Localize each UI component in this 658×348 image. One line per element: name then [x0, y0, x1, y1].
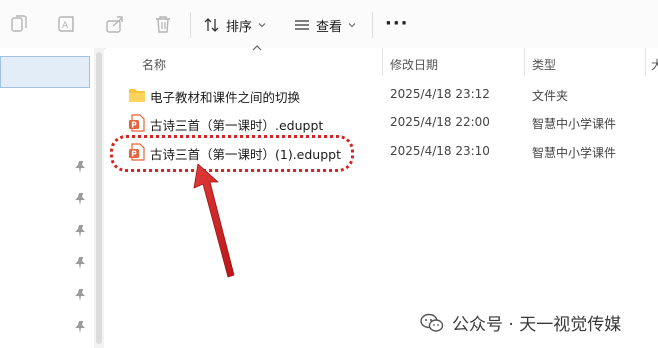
file-type: 文件夹 — [532, 89, 569, 103]
pin-icon — [75, 321, 85, 333]
file-date: 2025/4/18 22:00 — [390, 115, 490, 129]
command-bar: A 排序 查看 ··· — [0, 0, 658, 49]
share-icon[interactable] — [104, 13, 126, 35]
eduppt-file-icon: P — [129, 114, 145, 132]
pin-icon — [75, 257, 85, 269]
pin-icon — [75, 289, 85, 301]
folder-icon — [129, 89, 145, 102]
column-header-name[interactable]: 名称 — [142, 56, 166, 73]
chevron-down-icon — [348, 23, 356, 28]
chevron-down-icon — [258, 23, 266, 28]
annotation-arrow — [193, 163, 235, 278]
file-date: 2025/4/18 23:12 — [390, 87, 490, 101]
svg-text:P: P — [131, 121, 137, 130]
svg-text:A: A — [62, 21, 69, 31]
column-header-type[interactable]: 类型 — [532, 56, 556, 73]
sort-label: 排序 — [226, 19, 253, 35]
more-options-button[interactable]: ··· — [385, 13, 409, 34]
delete-icon[interactable] — [152, 13, 174, 35]
column-divider[interactable] — [382, 48, 383, 76]
pin-icon — [75, 225, 85, 237]
file-name: 古诗三首（第一课时）.eduppt — [150, 118, 324, 133]
rename-icon[interactable]: A — [56, 13, 78, 35]
pin-icon — [75, 161, 85, 173]
column-header-size[interactable]: 大 — [651, 56, 658, 73]
nav-selected-item[interactable] — [0, 56, 90, 88]
wechat-icon — [420, 313, 444, 332]
watermark: 公众号 · 天一视觉传媒 — [420, 310, 621, 335]
view-button[interactable]: 查看 — [294, 12, 356, 38]
pin-icon — [75, 193, 85, 205]
sort-icon — [204, 18, 219, 32]
watermark-text: 公众号 · 天一视觉传媒 — [452, 315, 622, 335]
column-header-date[interactable]: 修改日期 — [390, 56, 438, 73]
file-row[interactable]: 电子教材和课件之间的切换 2025/4/18 23:12 文件夹 — [106, 82, 658, 108]
file-type: 智慧中小学课件 — [532, 146, 617, 160]
view-icon — [295, 20, 309, 30]
column-divider[interactable] — [524, 48, 525, 76]
sort-button[interactable]: 排序 — [204, 12, 266, 38]
file-type: 智慧中小学课件 — [532, 117, 617, 131]
nav-scrollbar-thumb[interactable] — [96, 52, 102, 344]
view-label: 查看 — [316, 19, 343, 35]
file-date: 2025/4/18 23:10 — [390, 144, 490, 158]
file-row[interactable]: P 古诗三首（第一课时）.eduppt 2025/4/18 22:00 智慧中小… — [106, 110, 658, 136]
copy-icon[interactable] — [8, 13, 30, 35]
file-name: 电子教材和课件之间的切换 — [150, 90, 301, 105]
column-divider[interactable] — [645, 48, 646, 76]
sort-ascending-icon — [252, 45, 262, 51]
toolbar-separator — [372, 12, 373, 38]
toolbar-separator — [190, 12, 191, 38]
